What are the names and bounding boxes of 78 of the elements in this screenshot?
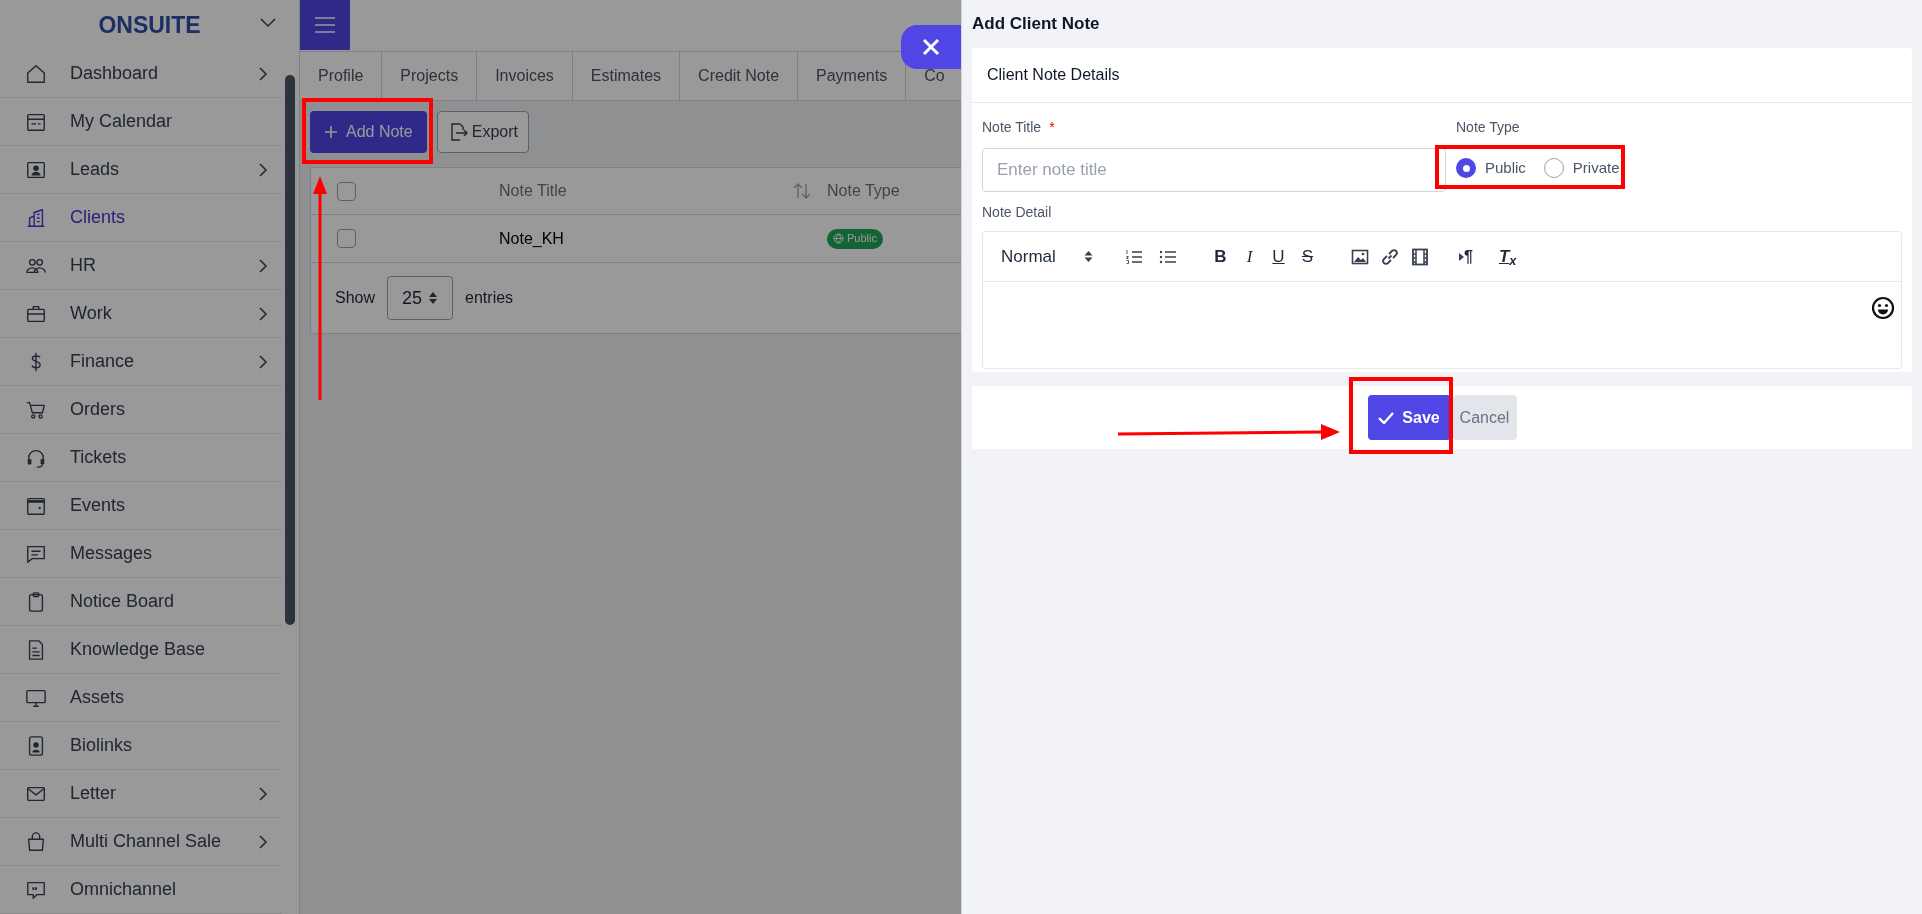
radio-option[interactable]: Public [1456, 156, 1526, 180]
sidebar-item[interactable]: Assets [0, 674, 282, 722]
sort-icon [793, 183, 811, 199]
modal-backdrop[interactable] [0, 0, 961, 914]
scrollbar[interactable] [285, 75, 295, 625]
radio-button[interactable] [1456, 158, 1476, 178]
column-header: Note Title [499, 181, 568, 201]
sidebar-item[interactable]: Biolinks [0, 722, 282, 770]
close-icon [922, 38, 940, 56]
cancel-button[interactable]: Cancel [1452, 395, 1517, 440]
sidebar-item[interactable]: HR [0, 242, 282, 290]
globe-icon [833, 233, 844, 244]
note-title-input[interactable]: Enter note title [982, 148, 1446, 192]
sidebar-item[interactable]: Knowledge Base [0, 626, 282, 674]
card-title: Client Note Details [972, 48, 1912, 103]
radio-button[interactable] [1543, 158, 1564, 178]
export-button[interactable]: Export [436, 111, 529, 153]
format-button[interactable]: B [1213, 243, 1228, 270]
sort-caret-icon [1083, 250, 1093, 263]
tab[interactable]: Estimates [572, 52, 681, 100]
chevron-down-icon[interactable] [260, 18, 276, 28]
sidebar-item[interactable]: Events [0, 482, 282, 530]
image-icon [1351, 247, 1369, 266]
table-cell-text: Note_KH [499, 228, 565, 249]
column-header: Note Type [827, 181, 900, 201]
sidebar-item[interactable]: Work [0, 290, 282, 338]
close-button[interactable] [901, 25, 961, 69]
required-mark: * [1049, 118, 1055, 137]
check-icon [1378, 411, 1395, 424]
tab[interactable]: Profile [300, 52, 383, 100]
type-badge: Public [827, 228, 883, 249]
sidebar-item[interactable]: Clients [0, 194, 282, 242]
menu-button[interactable] [300, 0, 350, 50]
entries-label: entries [465, 288, 514, 308]
film-icon [1411, 247, 1429, 266]
sidebar-item[interactable]: Tickets [0, 434, 282, 482]
sidebar-item[interactable]: Messages [0, 530, 282, 578]
field-label: Note Type [1456, 118, 1521, 137]
plus-icon [324, 125, 338, 139]
sidebar-item[interactable]: Notice Board [0, 578, 282, 626]
format-button[interactable]: S [1300, 243, 1315, 270]
format-select[interactable]: Normal [1001, 243, 1113, 270]
field-label: Note Title [982, 118, 1042, 137]
sidebar-item[interactable]: Letter [0, 770, 282, 818]
sidebar-item[interactable]: Leads [0, 146, 282, 194]
clear-format-button[interactable]: T$_{x}$ [1498, 243, 1517, 270]
show-label: Show [335, 288, 376, 308]
smiley-icon[interactable] [1871, 296, 1895, 320]
rich-text-editor[interactable]: Normal B I U S ¶ T$_{x}$ [982, 231, 1902, 369]
building-icon [25, 206, 47, 229]
numbered-list-icon [1125, 247, 1143, 266]
brand-name: ONSUITE [98, 10, 201, 40]
sidebar-item[interactable]: Orders [0, 386, 282, 434]
menu-icon [313, 15, 337, 35]
sort-caret-icon [428, 291, 439, 305]
tab[interactable]: Projects [382, 52, 478, 100]
sidebar-item[interactable]: Finance [0, 338, 282, 386]
home-icon [25, 62, 47, 85]
panel-title: Add Client Note [972, 13, 1101, 36]
bag-icon [25, 830, 47, 853]
sidebar-item[interactable]: My Calendar [0, 98, 282, 146]
checkbox[interactable] [337, 229, 356, 248]
field-label: Note Detail [981, 203, 1053, 222]
tab[interactable]: Credit Note [680, 52, 799, 100]
page-size-select[interactable]: 25 [387, 276, 454, 320]
format-button[interactable]: U [1271, 243, 1286, 270]
sidebar-item[interactable]: Omnichannel [0, 866, 282, 914]
checkbox[interactable] [337, 181, 356, 201]
radio-option[interactable]: Private [1543, 156, 1620, 180]
text-direction-button[interactable]: ¶ [1459, 244, 1473, 269]
format-button[interactable]: I [1242, 243, 1257, 270]
tab[interactable]: Invoices [477, 52, 573, 100]
link-icon [1381, 247, 1399, 266]
triangle-icon [1459, 252, 1464, 261]
save-button[interactable]: Save [1367, 395, 1451, 440]
sidebar-item[interactable]: Multi Channel Sale [0, 818, 282, 866]
sidebar-item[interactable]: Dashboard [0, 50, 282, 98]
add-note-button[interactable]: Add Note [310, 111, 427, 153]
